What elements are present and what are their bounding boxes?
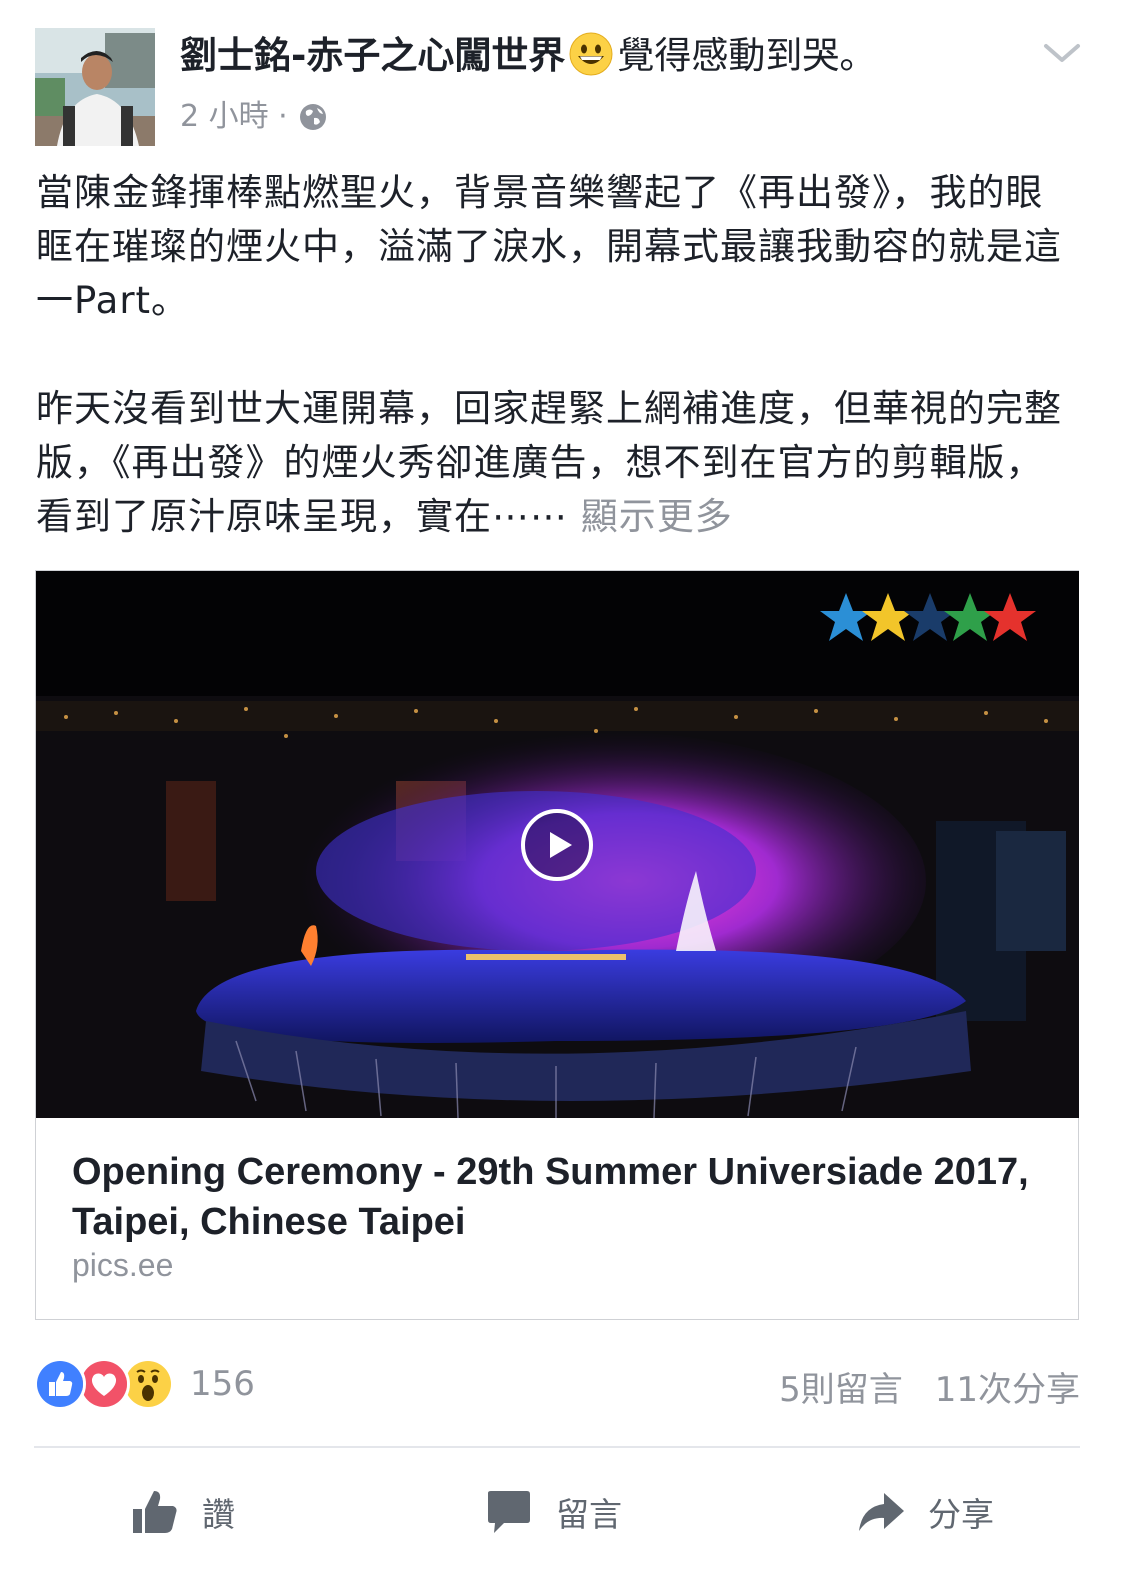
comment-bubble-icon [488,1491,530,1533]
share-arrow-icon [859,1493,904,1531]
link-preview-card[interactable]: Opening Ceremony - 29th Summer Universia… [35,570,1079,1320]
engagement-counts: 5則留言 11次分享 [779,1362,1080,1411]
post-time[interactable]: 2 小時 · [180,96,288,138]
post-paragraph-2: 昨天沒看到世大運開幕，回家趕緊上網補進度，但華視的完整版，《再出發》的煙火秀卻進… [36,382,1076,544]
comment-button[interactable]: 留言 [484,1472,622,1552]
video-thumbnail[interactable] [36,571,1079,1118]
link-domain: pics.ee [72,1247,174,1283]
author-name[interactable]: 劉士銘-赤子之心闖世界 [180,34,565,77]
chevron-down-icon[interactable] [1042,38,1082,68]
share-label: 分享 [928,1495,994,1534]
share-button[interactable]: 分享 [856,1472,994,1552]
share-count[interactable]: 11次分享 [935,1362,1080,1411]
reaction-count[interactable]: 156 [190,1364,255,1404]
grinning-face-emoji [569,32,613,76]
post-body: 當陳金鋒揮棒點燃聖火，背景音樂響起了《再出發》，我的眼眶在璀璨的煙火中，溢滿了淚… [36,166,1076,544]
avatar[interactable] [35,28,155,146]
reaction-icons[interactable] [34,1358,174,1410]
play-icon[interactable] [520,808,594,882]
reactions-summary[interactable]: 156 5則留言 11次分享 [34,1358,1080,1414]
post-meta: 2 小時 · [180,96,328,138]
divider [34,1446,1080,1448]
post-paragraph: 當陳金鋒揮棒點燃聖火，背景音樂響起了《再出發》，我的眼眶在璀璨的煙火中，溢滿了淚… [36,171,1062,322]
action-bar: 讚 留言 分享 [0,1472,1121,1552]
link-title[interactable]: Opening Ceremony - 29th Summer Universia… [72,1147,1052,1247]
post-header: 劉士銘-赤子之心闖世界 覺得感動到哭。 [180,30,1041,82]
comment-label: 留言 [556,1495,622,1534]
like-label: 讚 [202,1495,235,1534]
comment-count[interactable]: 5則留言 [779,1362,903,1411]
post-paragraph-text: 昨天沒看到世大運開幕，回家趕緊上網補進度，但華視的完整版，《再出發》的煙火秀卻進… [36,387,1062,538]
like-reaction-icon [34,1358,86,1410]
see-more-link[interactable]: 顯示更多 [581,495,733,538]
feeling-text: 覺得感動到哭。 [617,34,877,77]
thumbs-up-icon [133,1491,177,1533]
globe-icon [299,104,326,130]
like-button[interactable]: 讚 [130,1472,235,1552]
